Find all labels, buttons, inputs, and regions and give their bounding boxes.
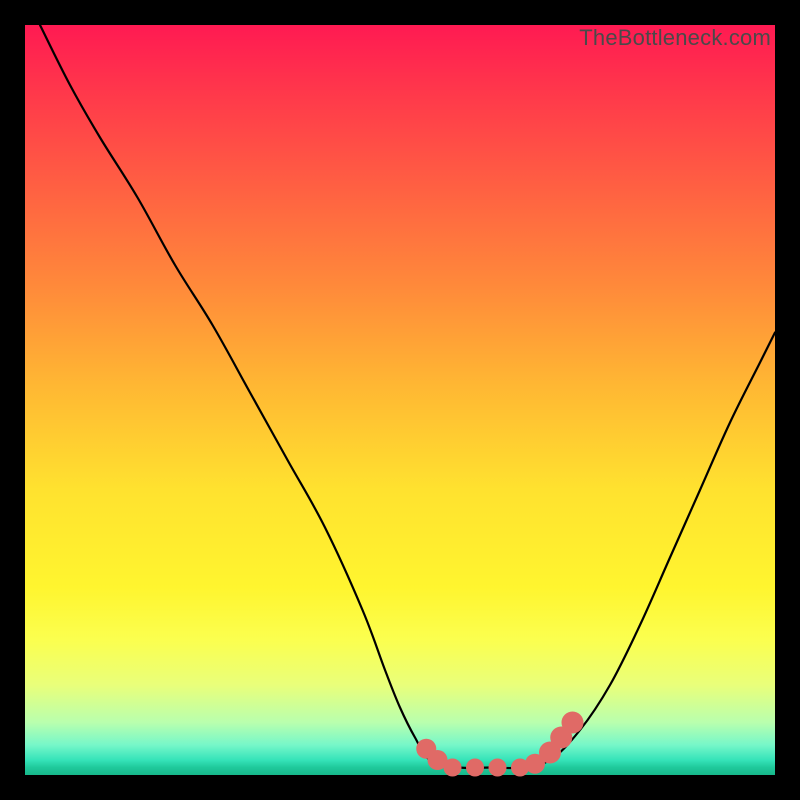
- optimum-marker: [562, 712, 584, 734]
- chart-frame: TheBottleneck.com: [25, 25, 775, 775]
- optimum-marker-group: [416, 712, 583, 777]
- optimum-marker: [489, 759, 507, 777]
- optimum-marker: [444, 759, 462, 777]
- curve-group: [40, 25, 775, 768]
- bottleneck-curve-plot: [25, 25, 775, 775]
- optimum-marker: [466, 759, 484, 777]
- watermark-label: TheBottleneck.com: [579, 25, 771, 51]
- bottleneck-curve: [40, 25, 775, 768]
